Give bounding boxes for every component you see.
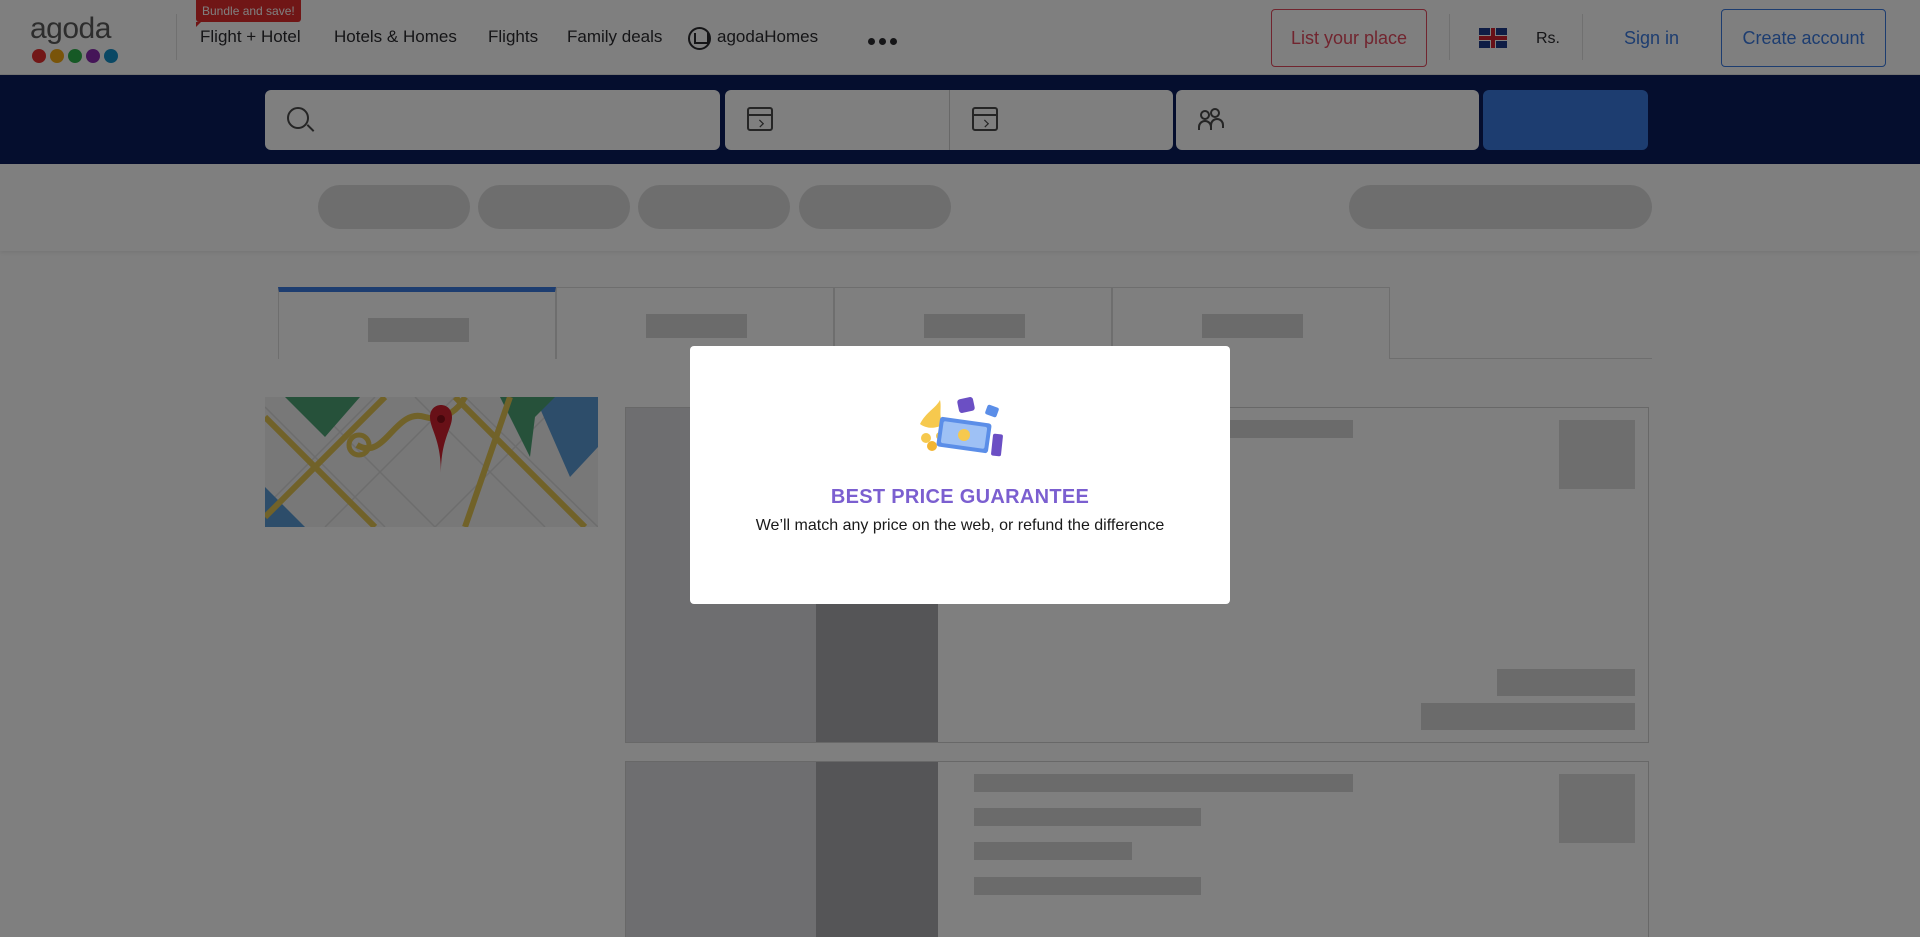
best-price-guarantee-modal: BEST PRICE GUARANTEE We’ll match any pri…: [690, 346, 1230, 604]
modal-subtitle: We’ll match any price on the web, or ref…: [755, 517, 1165, 534]
modal-title: BEST PRICE GUARANTEE: [830, 486, 1090, 508]
money-illustration-icon: [920, 397, 1003, 457]
